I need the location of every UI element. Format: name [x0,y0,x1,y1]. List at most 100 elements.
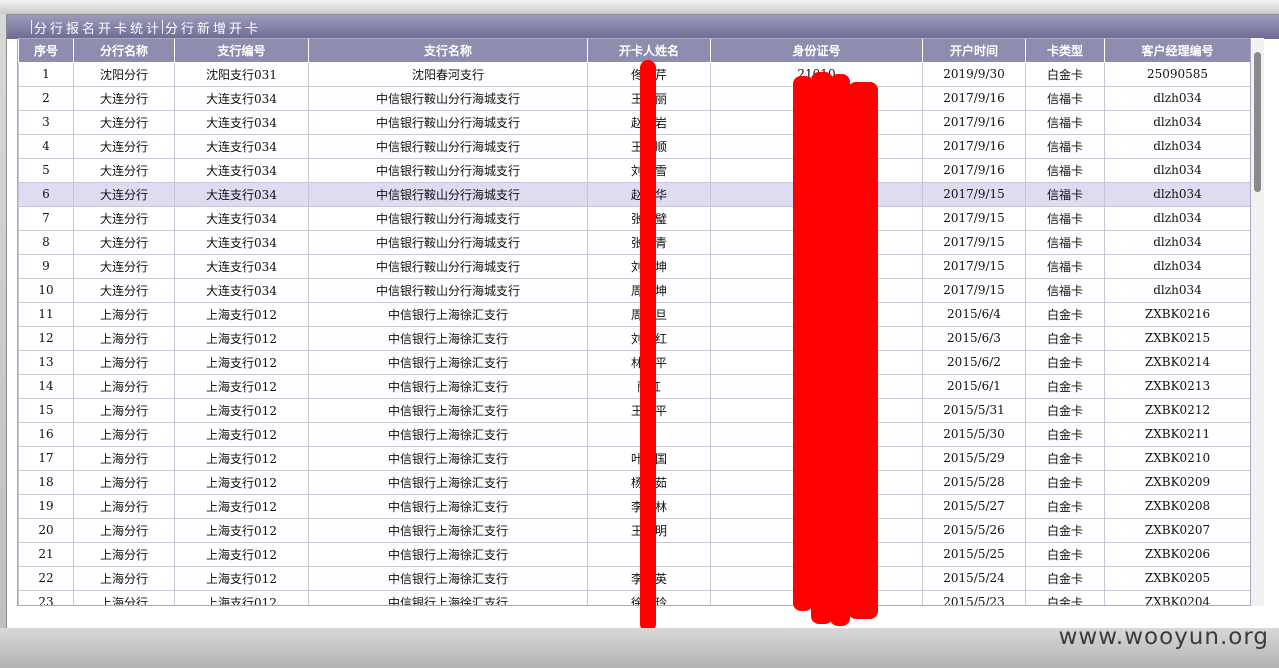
table-cell: dlzh034 [1104,277,1250,303]
table-row[interactable]: 8 大连分行 大连支行034 中信银行鞍山分行海城支行 张长青 2103 2017/9/15… [18,229,1250,255]
table-row[interactable]: 21 上海分行 上海支行012 中信银行上海徐汇支行怡 31022 2015/5/25 白金… [18,541,1250,567]
table-cell: 21010 [710,61,923,87]
column-header[interactable]: 支行编号 [174,39,309,63]
table-cell: 刘连红 [587,325,711,351]
table-row[interactable]: 10 大连分行 大连支行034 中信银行鞍山分行海城支行 周元坤 21038 2017/9/… [18,277,1250,303]
table-row[interactable]: 4 大连分行 大连支行034 中信银行鞍山分行海城支行 王洽顺 21038 2017/9/1… [18,133,1250,159]
table-row[interactable]: 20 上海分行 上海支行012 中信银行上海徐汇支行 王福明 31010 2015/5/26… [18,517,1250,543]
table-row[interactable]: 18 上海分行 上海支行012 中信银行上海徐汇支行 杨敬茹 12010 2015/5/28… [18,469,1250,495]
table-row[interactable]: 5 大连分行 大连支行034 中信银行鞍山分行海城支行 刘冬雪 21038 2017/9/1… [18,157,1250,183]
table-cell: 上海分行 [73,373,175,399]
table-cell: 中信银行上海徐汇支行 [308,517,588,543]
table-row[interactable]: 1 沈阳分行 沈阳支行031 沈阳春河支行 佟丽芹 21010 2019/9/30 白金卡 25… [18,61,1250,87]
table-cell: 31022 [710,541,923,567]
table-cell: 21038 [710,277,923,303]
table-row[interactable]: 22 上海分行 上海支行012 中信银行上海徐汇支行 李秀英 31010 2015/5/24… [18,565,1250,591]
table-cell: ZXBK0207 [1104,517,1250,543]
table-cell: 王建平 [587,397,711,423]
table-cell: ZXBK0215 [1104,325,1250,351]
table-row[interactable]: 2 大连分行 大连支行034 中信银行鞍山分行海城支行 王艳丽 21038 2017/9/1… [18,85,1250,111]
tab-branch-new-cards[interactable]: 分行新增开卡 [162,18,261,37]
table-cell: 5 [18,157,74,183]
table-cell: 李森林 [587,493,711,519]
table-row[interactable]: 15 上海分行 上海支行012 中信银行上海徐汇支行 王建平 31010 2015/5/31… [18,397,1250,423]
table-cell: 2017/9/15 [922,277,1026,303]
column-header[interactable]: 分行名称 [73,39,175,63]
table-cell: 信福卡 [1025,277,1105,303]
tab-separator [162,20,164,34]
card-table: 序号 分行名称 支行编号 支行名称 开卡人姓名 身份证号 开户时间 卡类型 客户经理编号 1 沈阳… [18,39,1250,605]
table-cell: 2015/5/31 [922,397,1026,423]
table-cell: 中信银行上海徐汇支行 [308,469,588,495]
table-cell: dlzh034 [1104,133,1250,159]
table-cell: 大连分行 [73,205,175,231]
column-header[interactable]: 开卡人姓名 [587,39,711,63]
table-cell: 中信银行鞍山分行海城支行 [308,205,588,231]
table-row[interactable]: 11 上海分行 上海支行012 中信银行上海徐汇支行 周丽旦 34260 2015/6/4 白… [18,301,1250,327]
table-cell: 上海支行012 [174,397,309,423]
top-strip [0,0,1279,14]
table-cell: 31010 [710,517,923,543]
table-cell: 2015/5/24 [922,565,1026,591]
table-cell: 白金卡 [1025,325,1105,351]
column-header[interactable]: 开户时间 [922,39,1026,63]
table-row[interactable]: 3 大连分行 大连支行034 中信银行鞍山分行海城支行 赵海岩 21038 2017/9/1… [18,109,1250,135]
table-cell: 杨敬茹 [587,469,711,495]
tab-branch-signup-stats[interactable]: 分行报名开卡统计 [31,18,162,37]
table-cell: 白金卡 [1025,349,1105,375]
table-cell: 中信银行上海徐汇支行 [308,421,588,447]
table-cell: 2017/9/16 [922,85,1026,111]
table-cell: ZXBK0211 [1104,421,1250,447]
table-cell: 上海支行012 [174,517,309,543]
table-cell: 赵海岩 [587,109,711,135]
vertical-scrollbar[interactable] [1251,38,1264,606]
table-cell: 31010 [710,349,923,375]
table-row[interactable]: 13 上海分行 上海支行012 中信银行上海徐汇支行 林建平 31010 2015/6/2 白… [18,349,1250,375]
table-cell: 3 [18,109,74,135]
column-header[interactable]: 客户经理编号 [1104,39,1250,63]
table-cell: 21 [18,541,74,567]
table-cell: 中信银行鞍山分行海城支行 [308,133,588,159]
table-cell: 4 [18,133,74,159]
table-cell: dlzh034 [1104,253,1250,279]
table-cell: 沈阳支行031 [174,61,309,87]
table-cell: ZXBK0216 [1104,301,1250,327]
table-cell: 中信银行上海徐汇支行 [308,541,588,567]
table-row[interactable]: 7 大连分行 大连支行034 中信银行鞍山分行海城支行 张静璧 21038 2017/9/1… [18,205,1250,231]
table-cell: 2015/5/28 [922,469,1026,495]
table-cell: 21038 [710,109,923,135]
table-cell: 中信银行上海徐汇支行 [308,325,588,351]
table-cell: 王福明 [587,517,711,543]
column-header[interactable]: 身份证号 [710,39,923,63]
scrollbar-thumb[interactable] [1254,52,1261,192]
column-header[interactable]: 支行名称 [308,39,588,63]
table-cell: 林建平 [587,349,711,375]
table-row[interactable]: 23 上海分行 上海支行012 中信银行上海徐汇支行 徐小玲 31010 2015/5/23… [18,589,1250,605]
table-cell: 上海支行012 [174,541,309,567]
table-cell: 白金卡 [1025,421,1105,447]
table-cell: 2015/6/3 [922,325,1026,351]
table-cell: 上海支行012 [174,493,309,519]
column-header[interactable]: 序号 [18,39,74,63]
table-row[interactable]: 19 上海分行 上海支行012 中信银行上海徐汇支行 李森林 31010 2015/5/27… [18,493,1250,519]
table-cell: 21038 [710,133,923,159]
table-cell: 大连支行034 [174,133,309,159]
table-cell: 上海分行 [73,469,175,495]
table-cell: 大连分行 [73,133,175,159]
table-row[interactable]: 6 大连分行 大连支行034 中信银行鞍山分行海城支行 赵丽华 21038 2017/9/1… [18,181,1250,207]
table-row[interactable]: 17 上海分行 上海支行012 中信银行上海徐汇支行 叶建国 33050 2015/5/29… [18,445,1250,471]
table-row[interactable]: 12 上海分行 上海支行012 中信银行上海徐汇支行 刘连红 31010 2015/6/3 白… [18,325,1250,351]
table-cell: 白金卡 [1025,397,1105,423]
table-cell: 刘立坤 [587,253,711,279]
table-row[interactable]: 9 大连分行 大连支行034 中信银行鞍山分行海城支行 刘立坤 21038 2017/9/1… [18,253,1250,279]
column-header[interactable]: 卡类型 [1025,39,1105,63]
table-row[interactable]: 16 上海分行 上海支行012 中信银行上海徐汇支行俊 3101 2015/5/30 白金卡… [18,421,1250,447]
table-cell: 上海分行 [73,397,175,423]
tab-separator [31,20,32,34]
table-cell: 周丽旦 [587,301,711,327]
table-cell: 31010 [710,589,923,605]
table-cell: 李秀英 [587,565,711,591]
table-cell: 2017/9/15 [922,205,1026,231]
table-row[interactable]: 14 上海分行 上海支行012 中信银行上海徐汇支行 丽红 65010 2015/6/1 白金… [18,373,1250,399]
table-cell: 中信银行鞍山分行海城支行 [308,253,588,279]
